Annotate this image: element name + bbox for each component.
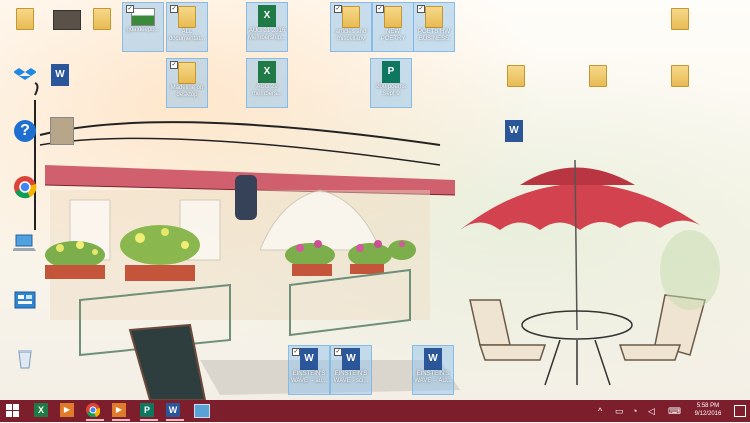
battery-icon[interactable]: ▭ xyxy=(615,404,624,418)
recycle-bin-icon xyxy=(18,350,32,369)
desktop-icon-einstein-2[interactable]: ✓ W EINSTEIN'S WAVE - sci... xyxy=(330,345,372,395)
clock-time: 5:58 PM xyxy=(696,403,720,409)
desktop-icon-madeline[interactable]: ✓ Madeline on desktop xyxy=(166,58,208,108)
desktop-icon-folder-2[interactable] xyxy=(82,5,122,32)
clock-date: 9/12/2016 xyxy=(694,411,722,417)
folder-icon xyxy=(507,65,525,87)
help-icon: ? xyxy=(14,120,36,142)
excel-taskbar-button[interactable]: X xyxy=(34,403,52,419)
checkbox-icon: ✓ xyxy=(417,5,425,13)
folder-icon xyxy=(178,6,196,28)
desktop-icon-excel-aug31[interactable]: X AUG 31 2016 Membership... xyxy=(246,2,288,52)
word-file-icon: W xyxy=(51,64,69,86)
chrome-taskbar-button[interactable] xyxy=(86,403,104,421)
desktop-icon-new-poetry[interactable]: ✓ NEW POETRY xyxy=(372,2,414,52)
desktop-icon-einstein-1[interactable]: ✓ W EINSTEIN'S WAVE -- au... xyxy=(288,345,330,395)
volume-icon[interactable]: ◁ xyxy=(648,404,655,418)
chrome-icon xyxy=(14,176,37,199)
media2-taskbar-button[interactable]: ▶ xyxy=(112,403,130,421)
checkbox-icon: ✓ xyxy=(334,5,342,13)
desktop-icon-einstein-3[interactable]: W EINSTEIN'S WAVE -- AU... xyxy=(412,345,454,395)
explorer-taskbar-icon xyxy=(194,404,210,418)
control-panel-icon xyxy=(14,291,36,309)
checkbox-icon: ✓ xyxy=(292,348,300,356)
word-file-icon: W xyxy=(342,348,360,370)
desktop-icon-thumbnail[interactable] xyxy=(42,115,82,145)
show-hidden-icons-chevron-icon[interactable]: ^ xyxy=(598,404,602,418)
image-file-icon xyxy=(50,117,74,145)
word-taskbar-button[interactable]: W xyxy=(166,403,184,421)
keyboard-icon[interactable]: ⌨ xyxy=(668,404,681,418)
folder-icon xyxy=(178,62,196,84)
checkbox-icon: ✓ xyxy=(170,5,178,13)
excel-file-icon: X xyxy=(258,61,276,83)
checkbox-icon: ✓ xyxy=(376,5,384,13)
publisher-taskbar-icon: P xyxy=(140,403,154,417)
publisher-file-icon: P xyxy=(382,61,400,83)
desktop-icon-folder-right-1[interactable] xyxy=(660,5,700,30)
desktop-icon-publisher[interactable]: P 200 poems Sept 9 xyxy=(370,58,412,108)
word-file-icon: W xyxy=(300,348,318,370)
windows-logo-icon xyxy=(6,404,19,417)
computer-icon xyxy=(12,234,36,251)
desktop-icon-articles[interactable]: ✓ articles and miscellany xyxy=(330,2,372,52)
desktop-icon-dropbox[interactable] xyxy=(5,60,45,87)
dropbox-icon xyxy=(13,68,37,80)
media-taskbar-icon: ▶ xyxy=(60,403,74,417)
desktop[interactable]: ? ✓ goaldeepb... ✓ ALL documentat... X A… xyxy=(0,0,750,400)
folder-icon xyxy=(384,6,402,28)
excel-file-icon: X xyxy=(258,5,276,27)
checkbox-icon: ✓ xyxy=(334,348,342,356)
action-center-icon[interactable] xyxy=(734,405,746,417)
clock[interactable]: 5:58 PM 9/12/2016 xyxy=(688,402,728,418)
media-taskbar-button[interactable]: ▶ xyxy=(60,403,78,419)
desktop-icon-all-docs[interactable]: ✓ ALL documentat... xyxy=(166,2,208,52)
desktop-icon-poets-business[interactable]: ✓ POETS HW BUSINESS xyxy=(413,2,455,52)
explorer-taskbar-button[interactable] xyxy=(194,403,212,419)
folder-icon xyxy=(93,8,111,30)
start-button[interactable] xyxy=(6,403,24,419)
video-thumbnail-icon xyxy=(53,10,81,30)
folder-icon xyxy=(671,8,689,30)
desktop-icon-chrome[interactable] xyxy=(5,175,45,202)
desktop-icon-excel-aug29[interactable]: X AUG 29 members... xyxy=(246,58,288,108)
desktop-icon-folder-right-4[interactable] xyxy=(660,62,700,87)
word-taskbar-icon: W xyxy=(166,403,180,417)
desktop-icon-control-panel[interactable] xyxy=(5,290,45,313)
folder-icon xyxy=(671,65,689,87)
folder-icon xyxy=(425,6,443,28)
taskbar: X ▶ ▶ P W ^ ▭ ◔ ◁ ⌨ 5:58 PM 9/12/2016 xyxy=(0,400,750,422)
desktop-icon-video[interactable] xyxy=(47,5,87,30)
desktop-icon-folder[interactable] xyxy=(5,5,45,32)
desktop-icon-folder-right-3[interactable] xyxy=(578,62,618,87)
media2-taskbar-icon: ▶ xyxy=(112,403,126,417)
desktop-icon-image-file[interactable]: ✓ goaldeepb... xyxy=(122,2,164,52)
word-file-icon: W xyxy=(424,348,442,370)
desktop-icon-help[interactable]: ? xyxy=(5,118,45,142)
desktop-icon-word-mid[interactable]: W xyxy=(494,118,534,142)
chrome-taskbar-icon xyxy=(86,403,101,418)
desktop-icon-word-left[interactable]: W xyxy=(40,62,80,86)
folder-icon xyxy=(589,65,607,87)
wifi-icon[interactable]: ◔ xyxy=(632,404,637,418)
image-file-icon xyxy=(131,8,155,26)
word-file-icon: W xyxy=(505,120,523,142)
checkbox-icon: ✓ xyxy=(126,5,134,13)
desktop-icon-folder-right-2[interactable] xyxy=(496,62,536,87)
checkbox-icon: ✓ xyxy=(170,61,178,69)
excel-taskbar-icon: X xyxy=(34,403,48,417)
folder-icon xyxy=(342,6,360,28)
desktop-icon-this-pc[interactable] xyxy=(5,233,45,256)
publisher-taskbar-button[interactable]: P xyxy=(140,403,158,421)
folder-icon xyxy=(16,8,34,30)
desktop-icon-recycle-bin[interactable] xyxy=(5,347,45,372)
